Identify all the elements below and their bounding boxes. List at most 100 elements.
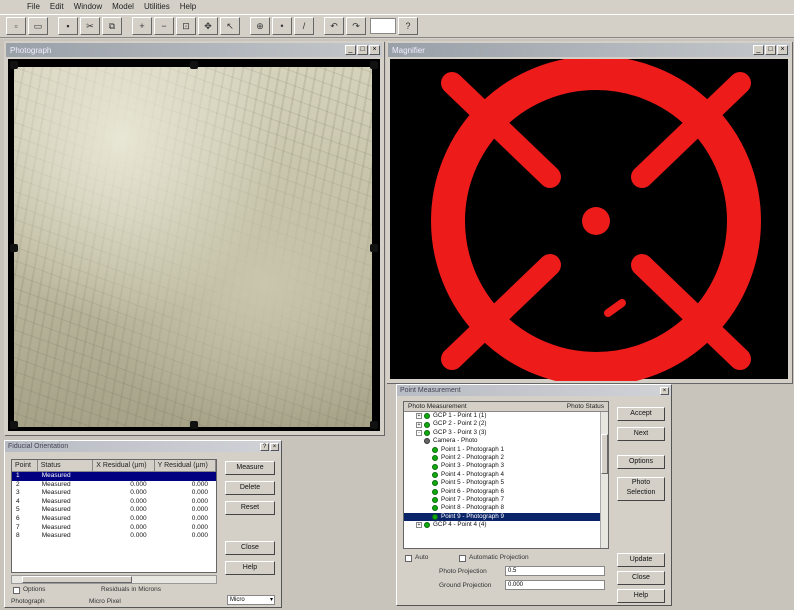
zoom-out-icon[interactable]: − (154, 17, 174, 35)
column-header[interactable]: Point (12, 460, 38, 471)
pan-icon[interactable]: ✥ (198, 17, 218, 35)
minimize-icon[interactable]: _ (345, 45, 356, 55)
maximize-icon[interactable]: □ (765, 45, 776, 55)
scrollbar-thumb[interactable] (22, 576, 132, 583)
save-icon[interactable]: ▪ (58, 17, 78, 35)
tree-node[interactable]: Point 7 - Photograph 7 (404, 496, 608, 504)
tree-node[interactable]: + GCP 1 - Point 1 (1) (404, 412, 608, 420)
options-checkbox[interactable] (13, 587, 20, 594)
close-icon[interactable]: × (369, 45, 380, 55)
tree-node[interactable]: Point 9 - Photograph 9 (404, 512, 608, 522)
help-icon[interactable]: ? (260, 442, 269, 451)
table-row[interactable]: 7 Measured 0.000 0.000 (12, 524, 216, 533)
select-icon[interactable]: ↖ (220, 17, 240, 35)
photograph-window[interactable]: Photograph _ □ × (4, 41, 384, 435)
scrollbar-thumb[interactable] (601, 434, 608, 474)
menu-utilities[interactable]: Utilities (139, 2, 175, 11)
open-icon[interactable]: ▭ (28, 17, 48, 35)
auto-checkbox[interactable] (405, 555, 412, 562)
column-header[interactable]: X Residual (µm) (93, 460, 155, 471)
tree-node[interactable]: Point 1 - Photograph 1 (404, 446, 608, 454)
tree-node[interactable]: Point 4 - Photograph 4 (404, 471, 608, 479)
close-button[interactable]: Close (225, 541, 275, 555)
auto-projection-checkbox[interactable] (459, 555, 466, 562)
menu-model[interactable]: Model (107, 2, 139, 11)
expander-icon[interactable]: - (416, 429, 422, 436)
tree-node[interactable]: Point 2 - Photograph 2 (404, 454, 608, 462)
fiducial-dialog-titlebar[interactable]: Fiducial Orientation ? × (5, 441, 281, 452)
tree-node[interactable]: Point 3 - Photograph 3 (404, 462, 608, 470)
table-row[interactable]: 1 Measured (12, 472, 216, 481)
aerial-photograph[interactable] (14, 67, 372, 427)
photograph-viewport[interactable] (8, 59, 380, 431)
magnifier-window-titlebar[interactable]: Magnifier _ □ × (388, 43, 790, 57)
menu-help[interactable]: Help (175, 2, 201, 11)
update-button[interactable]: Update (617, 553, 665, 567)
horizontal-scrollbar[interactable] (11, 575, 217, 584)
tree-node-label: Point 1 - Photograph 1 (441, 445, 505, 453)
close-icon[interactable]: × (270, 442, 279, 451)
status-ok-icon (424, 522, 430, 529)
accept-button[interactable]: Accept (617, 407, 665, 421)
measure-icon[interactable]: ⊕ (250, 17, 270, 35)
expander-icon[interactable]: + (416, 421, 422, 428)
zoom-in-icon[interactable]: + (132, 17, 152, 35)
close-icon[interactable]: × (660, 386, 669, 395)
next-button[interactable]: Next (617, 427, 665, 441)
copy-icon[interactable]: ⧉ (102, 17, 122, 35)
expander-icon[interactable]: + (416, 413, 422, 420)
column-header[interactable]: Y Residual (µm) (155, 460, 216, 471)
reset-button[interactable]: Reset (225, 501, 275, 515)
menu-file[interactable]: File (22, 2, 45, 11)
point-measurement-dialog[interactable]: Point Measurement × Photo Measurement Ph… (396, 384, 672, 606)
table-row[interactable]: 4 Measured 0.000 0.000 (12, 498, 216, 507)
photo-projection-field[interactable]: 0.5 (505, 566, 605, 576)
column-header[interactable]: Status (38, 460, 94, 471)
help-button[interactable]: Help (225, 561, 275, 575)
vertical-scrollbar[interactable] (600, 412, 608, 548)
point-tree[interactable]: Photo Measurement Photo Status + GCP 1 - … (403, 401, 609, 549)
tree-node[interactable]: Camera - Photo (404, 437, 608, 445)
point-icon[interactable]: • (272, 17, 292, 35)
line-icon[interactable]: / (294, 17, 314, 35)
menu-window[interactable]: Window (69, 2, 107, 11)
help-icon[interactable]: ? (398, 17, 418, 35)
chevron-down-icon[interactable]: ▾ (270, 596, 273, 605)
table-row[interactable]: 8 Measured 0.000 0.000 (12, 532, 216, 541)
photo-selection-button[interactable]: Photo Selection (617, 477, 665, 501)
tree-node[interactable]: + GCP 2 - Point 2 (2) (404, 420, 608, 428)
ground-projection-field[interactable]: 0.000 (505, 580, 605, 590)
fit-icon[interactable]: ⊡ (176, 17, 196, 35)
point-dialog-titlebar[interactable]: Point Measurement × (397, 385, 671, 396)
maximize-icon[interactable]: □ (357, 45, 368, 55)
measure-button[interactable]: Measure (225, 461, 275, 475)
cut-icon[interactable]: ✂ (80, 17, 100, 35)
table-row[interactable]: 2 Measured 0.000 0.000 (12, 481, 216, 490)
photograph-window-titlebar[interactable]: Photograph _ □ × (6, 43, 382, 57)
table-row[interactable]: 3 Measured 0.000 0.000 (12, 489, 216, 498)
zoom-combo[interactable] (370, 18, 396, 34)
close-icon[interactable]: × (777, 45, 788, 55)
units-select[interactable]: Micro ▾ (227, 595, 275, 605)
table-row[interactable]: 6 Measured 0.000 0.000 (12, 515, 216, 524)
delete-button[interactable]: Delete (225, 481, 275, 495)
fiducial-orientation-dialog[interactable]: Fiducial Orientation ? × Point Status X … (4, 440, 282, 608)
menu-edit[interactable]: Edit (45, 2, 69, 11)
minimize-icon[interactable]: _ (753, 45, 764, 55)
tree-node[interactable]: Point 8 - Photograph 8 (404, 504, 608, 512)
close-button[interactable]: Close (617, 571, 665, 585)
new-icon[interactable]: ▫ (6, 17, 26, 35)
options-button[interactable]: Options (617, 455, 665, 469)
magnifier-viewport[interactable] (390, 56, 788, 386)
tree-node[interactable]: - GCP 3 - Point 3 (3) (404, 429, 608, 437)
tree-node[interactable]: + GCP 4 - Point 4 (4) (404, 521, 608, 529)
table-row[interactable]: 5 Measured 0.000 0.000 (12, 506, 216, 515)
fiducial-table[interactable]: Point Status X Residual (µm) Y Residual … (11, 459, 217, 573)
tree-node[interactable]: Point 6 - Photograph 6 (404, 488, 608, 496)
expander-icon[interactable]: + (416, 522, 422, 529)
help-button[interactable]: Help (617, 589, 665, 603)
undo-icon[interactable]: ↶ (324, 17, 344, 35)
tree-node[interactable]: Point 5 - Photograph 5 (404, 479, 608, 487)
redo-icon[interactable]: ↷ (346, 17, 366, 35)
magnifier-window[interactable]: Magnifier _ □ × (386, 41, 792, 386)
